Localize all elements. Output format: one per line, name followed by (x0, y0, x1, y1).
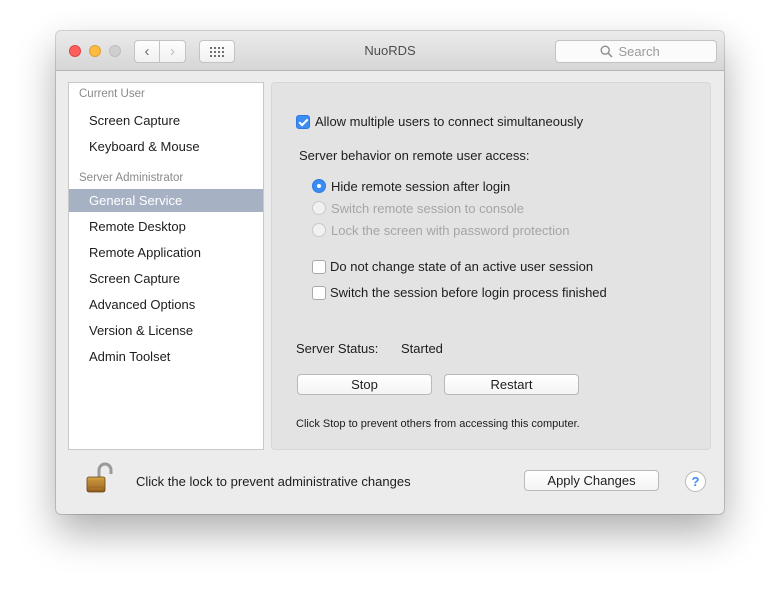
search-input[interactable] (618, 44, 673, 59)
sidebar-item-remote-desktop[interactable]: Remote Desktop (69, 215, 263, 238)
sidebar: Current User Screen Capture Keyboard & M… (68, 82, 264, 450)
radio-switch-to-console (312, 201, 326, 215)
lock-text: Click the lock to prevent administrative… (136, 474, 411, 489)
general-service-panel: Allow multiple users to connect simultan… (271, 82, 711, 450)
server-status-value: Started (401, 341, 443, 356)
no-change-state-label[interactable]: Do not change state of an active user se… (330, 259, 593, 274)
sidebar-item-remote-application[interactable]: Remote Application (69, 241, 263, 264)
radio-lock-screen-label: Lock the screen with password protection (331, 223, 570, 238)
preferences-window: ‹ › NuoRDS Current User Screen Cap (56, 31, 724, 514)
sidebar-item-user-screen-capture[interactable]: Screen Capture (69, 109, 263, 132)
restart-button[interactable]: Restart (444, 374, 579, 395)
title-bar: ‹ › NuoRDS (56, 31, 724, 71)
sidebar-item-admin-screen-capture[interactable]: Screen Capture (69, 267, 263, 290)
magnifier-icon (599, 45, 613, 58)
apply-changes-button[interactable]: Apply Changes (524, 470, 659, 491)
radio-switch-to-console-label: Switch remote session to console (331, 201, 524, 216)
allow-multiple-users-label[interactable]: Allow multiple users to connect simultan… (315, 114, 583, 129)
help-button[interactable]: ? (685, 471, 706, 492)
server-status-label: Server Status: (296, 341, 379, 356)
switch-before-login-checkbox[interactable] (312, 286, 326, 300)
sidebar-group-server-administrator: Server Administrator (79, 172, 184, 184)
no-change-state-checkbox[interactable] (312, 260, 326, 274)
radio-hide-remote-session[interactable] (312, 179, 326, 193)
sidebar-item-admin-toolset[interactable]: Admin Toolset (69, 345, 263, 368)
sidebar-item-keyboard-mouse[interactable]: Keyboard & Mouse (69, 135, 263, 158)
sidebar-group-current-user: Current User (79, 88, 145, 100)
help-icon: ? (691, 474, 700, 489)
stop-button[interactable]: Stop (297, 374, 432, 395)
radio-lock-screen (312, 223, 326, 237)
stop-note: Click Stop to prevent others from access… (296, 418, 580, 430)
behavior-heading: Server behavior on remote user access: (299, 148, 530, 163)
allow-multiple-users-checkbox[interactable] (296, 115, 310, 129)
switch-before-login-label[interactable]: Switch the session before login process … (330, 285, 607, 300)
search-field[interactable] (555, 40, 717, 63)
sidebar-item-general-service[interactable]: General Service (69, 189, 263, 212)
padlock-icon[interactable] (85, 462, 113, 494)
radio-hide-remote-session-label[interactable]: Hide remote session after login (331, 179, 510, 194)
sidebar-item-version-license[interactable]: Version & License (69, 319, 263, 342)
sidebar-item-advanced-options[interactable]: Advanced Options (69, 293, 263, 316)
